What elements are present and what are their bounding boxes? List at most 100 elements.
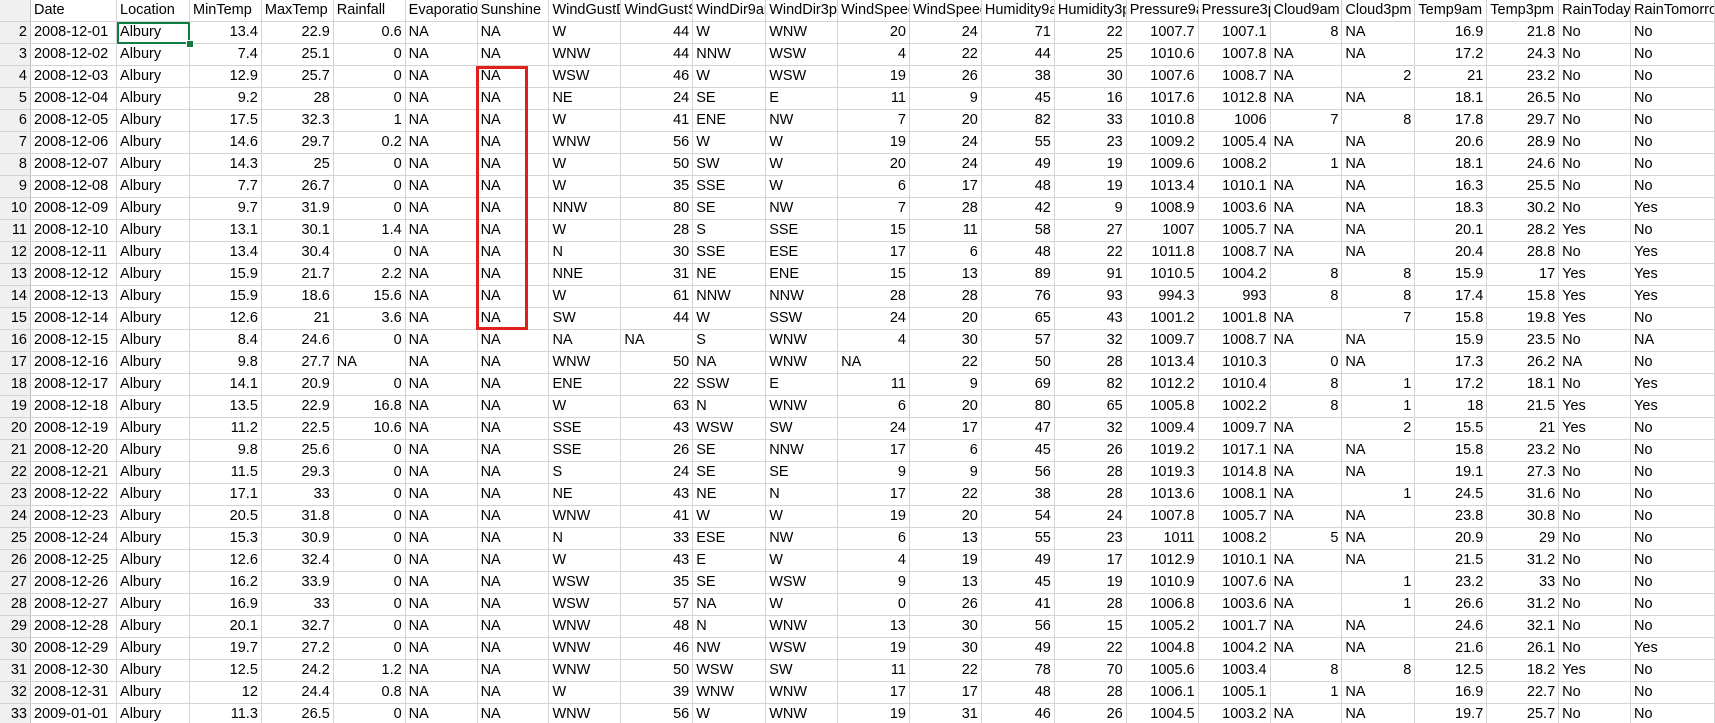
table-cell[interactable]: 31.8 — [261, 505, 334, 528]
table-cell[interactable]: Albury — [116, 659, 190, 682]
table-cell[interactable]: 1013.4 — [1126, 351, 1199, 374]
table-cell[interactable]: NA — [477, 527, 550, 550]
table-cell[interactable]: 8 — [1341, 659, 1416, 682]
table-cell[interactable]: 91 — [1054, 263, 1127, 286]
column-header-cell[interactable]: Pressure3pm — [1198, 0, 1271, 22]
table-cell[interactable]: 44 — [620, 21, 694, 44]
table-cell[interactable]: 2008-12-13 — [30, 285, 118, 308]
table-cell[interactable]: 26 — [909, 65, 982, 88]
table-cell[interactable]: NA — [477, 571, 550, 594]
table-cell[interactable]: 0 — [333, 637, 406, 660]
table-cell[interactable]: 48 — [981, 175, 1055, 198]
table-cell[interactable]: 5 — [1270, 527, 1343, 550]
table-cell[interactable]: 33 — [261, 483, 334, 506]
table-cell[interactable]: W — [765, 175, 839, 198]
table-cell[interactable]: WNW — [548, 351, 622, 374]
table-cell[interactable]: 22.7 — [1486, 681, 1560, 704]
table-cell[interactable]: 17.2 — [1414, 373, 1488, 396]
table-cell[interactable]: 1 — [1341, 395, 1416, 418]
table-cell[interactable]: 33 — [1054, 109, 1127, 132]
table-cell[interactable]: N — [765, 483, 839, 506]
table-cell[interactable]: 1006.8 — [1126, 593, 1199, 616]
table-cell[interactable]: Albury — [116, 153, 190, 176]
table-cell[interactable]: 17 — [837, 483, 910, 506]
table-cell[interactable]: NA — [1341, 637, 1416, 660]
table-cell[interactable]: 30 — [909, 637, 982, 660]
table-cell[interactable]: 30 — [909, 615, 982, 638]
table-cell[interactable]: Yes — [1558, 417, 1632, 440]
row-header[interactable]: 33 — [0, 703, 31, 723]
table-cell[interactable]: Yes — [1630, 637, 1715, 660]
table-cell[interactable]: SE — [765, 461, 839, 484]
table-cell[interactable]: 20.5 — [189, 505, 262, 528]
table-cell[interactable]: 17 — [837, 241, 910, 264]
table-cell[interactable]: 33.9 — [261, 571, 334, 594]
table-cell[interactable]: No — [1630, 681, 1715, 704]
table-cell[interactable]: 18.1 — [1414, 153, 1488, 176]
table-cell[interactable]: No — [1630, 659, 1715, 682]
row-header[interactable]: 11 — [0, 219, 31, 242]
table-cell[interactable]: 28 — [909, 197, 982, 220]
table-cell[interactable]: 1008.2 — [1198, 153, 1271, 176]
table-cell[interactable]: 32 — [1054, 329, 1127, 352]
table-cell[interactable]: 0 — [333, 593, 406, 616]
table-cell[interactable]: NA — [1270, 43, 1343, 66]
table-cell[interactable]: 2008-12-10 — [30, 219, 118, 242]
table-cell[interactable]: No — [1558, 593, 1632, 616]
table-cell[interactable]: 0 — [333, 197, 406, 220]
table-cell[interactable]: 9 — [909, 373, 982, 396]
table-cell[interactable]: 11.3 — [189, 703, 262, 723]
table-cell[interactable]: 6 — [837, 175, 910, 198]
table-cell[interactable]: N — [692, 395, 767, 418]
table-cell[interactable]: 23.5 — [1486, 329, 1560, 352]
table-cell[interactable]: 16 — [1054, 87, 1127, 110]
table-cell[interactable]: No — [1558, 637, 1632, 660]
table-cell[interactable]: 21.6 — [1414, 637, 1488, 660]
row-header[interactable]: 9 — [0, 175, 31, 198]
table-cell[interactable]: No — [1630, 109, 1715, 132]
table-cell[interactable]: 9.8 — [189, 351, 262, 374]
table-cell[interactable]: 43 — [1054, 307, 1127, 330]
table-cell[interactable]: 32.1 — [1486, 615, 1560, 638]
table-cell[interactable]: No — [1558, 197, 1632, 220]
table-cell[interactable]: W — [548, 549, 622, 572]
table-cell[interactable]: WNW — [765, 615, 839, 638]
table-cell[interactable]: NE — [548, 87, 622, 110]
table-cell[interactable]: NA — [477, 43, 550, 66]
table-cell[interactable]: 20 — [909, 505, 982, 528]
table-cell[interactable]: 30 — [1054, 65, 1127, 88]
table-cell[interactable]: Yes — [1558, 395, 1632, 418]
table-cell[interactable]: WNW — [765, 681, 839, 704]
table-cell[interactable]: 55 — [981, 131, 1055, 154]
table-cell[interactable]: 1006 — [1198, 109, 1271, 132]
table-cell[interactable]: NA — [405, 285, 478, 308]
table-cell[interactable]: 22 — [909, 43, 982, 66]
table-cell[interactable]: No — [1558, 131, 1632, 154]
table-cell[interactable]: 0 — [333, 703, 406, 723]
table-cell[interactable]: NA — [405, 593, 478, 616]
table-cell[interactable]: 1010.3 — [1198, 351, 1271, 374]
table-cell[interactable]: NA — [405, 439, 478, 462]
table-cell[interactable]: 46 — [981, 703, 1055, 723]
table-cell[interactable]: ESE — [692, 527, 767, 550]
table-cell[interactable]: NA — [477, 659, 550, 682]
table-cell[interactable]: 2008-12-26 — [30, 571, 118, 594]
table-cell[interactable]: No — [1630, 483, 1715, 506]
table-cell[interactable]: 1005.4 — [1198, 131, 1271, 154]
table-cell[interactable]: 1003.4 — [1198, 659, 1271, 682]
table-cell[interactable]: NNW — [548, 197, 622, 220]
table-cell[interactable]: 993 — [1198, 285, 1271, 308]
table-cell[interactable]: 45 — [981, 571, 1055, 594]
table-cell[interactable]: 17.8 — [1414, 109, 1488, 132]
table-cell[interactable]: 11 — [837, 373, 910, 396]
table-cell[interactable]: W — [548, 21, 622, 44]
table-cell[interactable]: WNW — [765, 329, 839, 352]
table-cell[interactable]: W — [548, 395, 622, 418]
table-cell[interactable]: 6 — [837, 527, 910, 550]
table-cell[interactable]: NA — [405, 131, 478, 154]
table-cell[interactable]: 11.5 — [189, 461, 262, 484]
table-cell[interactable]: 2008-12-03 — [30, 65, 118, 88]
table-cell[interactable]: NA — [405, 65, 478, 88]
table-cell[interactable]: 11 — [837, 87, 910, 110]
table-cell[interactable]: 0.8 — [333, 681, 406, 704]
